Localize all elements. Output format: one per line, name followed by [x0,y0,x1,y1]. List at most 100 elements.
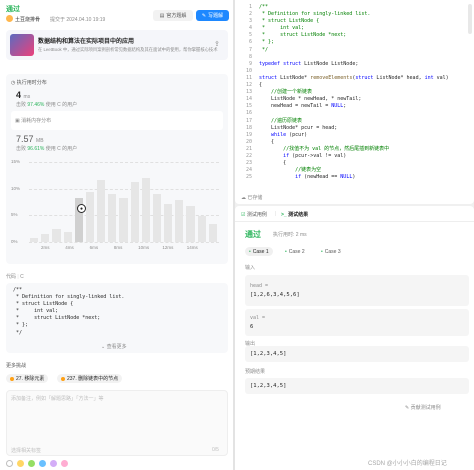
histogram-bar[interactable] [52,229,61,242]
runtime-beats: 击败 97.46% 使用 C 的用户 [16,102,78,108]
histogram-bar[interactable] [97,179,106,242]
x-tick-label: 8ms [113,245,123,250]
difficulty-dot [61,376,65,381]
line-number: 21 [245,145,252,152]
gridline [29,162,219,163]
output-value: [1,2,3,4,5] [245,346,469,362]
editor-line: * Definition for singly-linked list. [259,11,371,18]
x-tick-label: 6ms [89,245,99,250]
color-blue[interactable] [39,460,46,467]
histogram-bar[interactable] [208,224,217,242]
color-picker[interactable] [6,460,68,467]
editor-line: * struct ListNode { [259,18,320,25]
histogram-bar[interactable] [85,192,95,242]
color-purple[interactable] [50,460,57,467]
line-number: 12 [245,82,252,89]
expected-label: 预期结果 [245,369,266,375]
line-number: 22 [245,152,252,159]
tab-testcase[interactable]: ☑ 测试用例 [241,211,267,218]
head-label: head = [250,283,269,289]
result-runtime: 执行用时: 2 ms [273,232,307,238]
submitted-code-block[interactable]: /** * Definition for singly-linked list.… [6,283,228,353]
editor-line: */ [259,46,269,53]
histogram-bar[interactable] [197,216,206,242]
editor-line: typedef struct ListNode ListNode; [259,60,359,67]
notes-area[interactable]: 添加备注，例如「解题思路」「方法一」等 选择相关标签 0/5 [6,390,228,456]
runtime-label: ◷ 执行用时分布 [11,80,47,86]
editor-code[interactable]: /** * Definition for singly-linked list.… [259,4,467,181]
line-number: 18 [245,124,252,131]
related-problem-237[interactable]: 237. 删除链表中的节点 [57,374,123,383]
line-number: 3 [248,18,252,25]
val-label: val = [250,315,266,321]
write-solution-button[interactable]: ✎ 写题解 [196,10,229,21]
histogram-bar[interactable] [63,232,72,242]
notes-count: 0/5 [212,447,219,453]
runtime-value: 4 ms [16,90,31,100]
user-name[interactable]: 土豆烧排骨 [15,16,40,23]
histogram-bar[interactable] [164,203,173,242]
input-label: 输入 [245,265,256,271]
histogram-bar[interactable] [130,182,139,242]
y-tick-label: 5% [11,212,18,218]
line-number: 7 [248,46,252,53]
editor-scrollbar[interactable] [468,4,472,34]
color-pink[interactable] [61,460,68,467]
line-numbers: 1 2 3 4 5 6 7 8 9 10 11 12 13 14 15 16 17 18 19 20 21 22 23 24 2… [236,4,252,181]
related-problem-27[interactable]: 27. 移除元素 [6,374,49,383]
editor-line: ListNode * newHead, * newTail; [259,96,362,103]
share-icon[interactable]: ⇪ [214,40,220,48]
code-label: 代码 | C [6,274,24,280]
x-tick-label: 4ms [65,245,74,250]
color-green[interactable] [28,460,35,467]
official-solution-button[interactable]: ▤ 官方题解 [153,10,193,21]
pen-icon: ✎ [201,12,207,19]
editor-line: if (pcur->val != val) [283,152,347,159]
color-none[interactable] [6,460,13,467]
histogram-bar[interactable] [186,206,195,242]
more-challenges-label: 更多挑战 [6,363,27,369]
line-number: 25 [245,174,252,181]
code-editor[interactable]: 1 2 3 4 5 6 7 8 9 10 11 12 13 14 15 16 17 18 19 20 21 22 23 24 2… [235,0,474,204]
line-number: 24 [245,167,252,174]
editor-line: * struct ListNode *next; [259,32,347,39]
editor-line: * int val; [259,25,305,32]
editor-line: //创建一个新链表 [259,89,313,96]
book-icon: ▤ [159,12,165,19]
case-3-tab[interactable]: • Case 3 [317,247,345,256]
line-number: 11 [245,74,252,81]
case-1-tab[interactable]: • Case 1 [245,247,273,256]
case-2-tab[interactable]: • Case 2 [281,247,309,256]
distribution-chart[interactable]: 15% 10% 5% 0% 2ms 4ms 6ms 8ms 10ms 12ms 14ms ● [11,158,223,258]
histogram-bar[interactable] [30,238,39,242]
histogram-bar[interactable] [108,194,117,242]
line-number: 23 [245,160,252,167]
result-panel: ☑ 测试用例 | >_ 测试结果 通过 执行用时: 2 ms • Case 1 •… [235,206,474,470]
x-tick-label: 14ms [186,245,198,250]
line-number: 16 [245,110,252,117]
code-line: /** [13,287,23,293]
avatar[interactable] [6,15,13,22]
histogram-bar[interactable] [41,234,50,242]
tag-select[interactable]: 选择相关标签 [11,447,41,454]
histogram-bar[interactable] [141,178,150,242]
code-line: * }; [13,322,29,329]
result-status: 通过 [245,230,261,239]
histogram-bar[interactable] [175,200,184,242]
histogram-bar[interactable] [119,198,128,242]
tab-result[interactable]: >_ 测试结果 [281,211,308,218]
x-tick-label: 2ms [41,245,50,250]
contribute-testcase-button[interactable]: ✎ 贡献测试用例 [405,404,441,411]
gridline [29,188,219,190]
memory-section[interactable]: ▣ 消耗内存分布 [11,111,223,130]
show-more-button[interactable]: ⌄ 查看更多 [101,343,127,350]
code-line: * struct ListNode { [13,301,74,308]
leetbook-promo-card[interactable]: 数据结构和算法在实际项目中的应用 在 LeetBook 中，通过实际项目案例剖析… [6,30,228,60]
editor-line: if (newHead == NULL) [295,174,356,181]
memory-label: ▣ 消耗内存分布 [15,118,52,124]
color-yellow[interactable] [17,460,24,467]
submission-status: 通过 [6,6,20,13]
histogram-bar[interactable] [152,194,162,242]
line-number: 1 [248,4,252,10]
